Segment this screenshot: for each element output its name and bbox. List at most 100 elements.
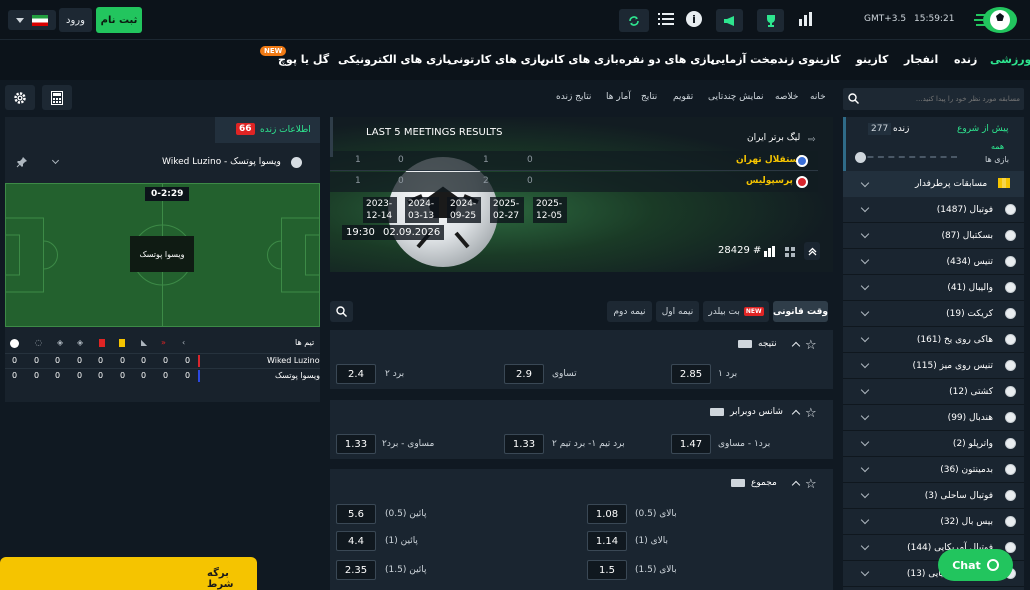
chevron-down-icon: [860, 307, 870, 317]
sport-item[interactable]: هندبال (99): [843, 405, 1024, 431]
favorite-star-icon[interactable]: ☆: [805, 338, 817, 353]
nav-item-cartoon[interactable]: بازی های کارتونی: [448, 53, 545, 66]
odd-button[interactable]: 1.33: [504, 434, 544, 454]
stats-chart-icon[interactable]: [764, 246, 775, 257]
calculator-icon[interactable]: [42, 85, 72, 110]
tab-regular-time[interactable]: وقت قانونی: [773, 301, 828, 322]
nav-item-goal-or-nothing[interactable]: گل یا پوچ: [278, 53, 329, 66]
team2-logo-icon: [796, 176, 808, 188]
live-count: 277: [868, 123, 892, 135]
popular-row[interactable]: مسابقات پرطرفدار: [843, 171, 1024, 197]
tab-bet-builder[interactable]: بت بیلدر NEW: [703, 301, 769, 322]
tab-live[interactable]: زنده: [893, 124, 909, 134]
time-filter-slider[interactable]: [857, 156, 957, 159]
sport-item[interactable]: فوتبال ساحلی (3): [843, 483, 1024, 509]
chevron-up-icon[interactable]: [791, 409, 801, 419]
nav-item-sports[interactable]: ورزشی: [990, 53, 1030, 66]
sport-item[interactable]: تنیس روی میز (115): [843, 353, 1024, 379]
breadcrumb-item[interactable]: نمایش چندتایی: [708, 92, 764, 102]
grid-view-icon[interactable]: [785, 247, 795, 257]
market-search-button[interactable]: [330, 301, 353, 322]
sport-item[interactable]: واترپلو (2): [843, 431, 1024, 457]
new-badge: NEW: [260, 46, 287, 56]
odd-button[interactable]: 5.6: [336, 504, 376, 524]
breadcrumb-item[interactable]: آمار ها: [606, 92, 631, 102]
pin-icon[interactable]: [16, 156, 28, 168]
favorite-star-icon[interactable]: ☆: [805, 406, 817, 421]
trophy-icon[interactable]: [757, 9, 784, 32]
sidebar-search[interactable]: [843, 88, 1024, 110]
menu-list-icon[interactable]: [658, 12, 674, 26]
register-button[interactable]: ثبت نام: [96, 7, 142, 33]
meeting-date: 2024-03-13: [405, 197, 439, 223]
settings-gear-icon[interactable]: [5, 85, 35, 110]
baseball-icon: [1005, 516, 1016, 527]
sport-item[interactable]: بدمینتون (36): [843, 457, 1024, 483]
sport-item[interactable]: فوتبال (1487): [843, 197, 1024, 223]
sport-item[interactable]: کشتی (12): [843, 379, 1024, 405]
sport-label: فوتبال ساحلی (3): [924, 490, 993, 501]
odd-button[interactable]: 2.9: [504, 364, 544, 384]
odd-button[interactable]: 1.47: [671, 434, 711, 454]
statistics-icon[interactable]: [798, 12, 814, 26]
odd-button[interactable]: 2.85: [671, 364, 711, 384]
favorite-star-icon[interactable]: ☆: [805, 477, 817, 492]
sport-item[interactable]: بیس بال (32): [843, 509, 1024, 535]
odd-button[interactable]: 1.33: [336, 434, 376, 454]
odd-button[interactable]: 2.4: [336, 364, 376, 384]
chevron-up-icon[interactable]: [791, 341, 801, 351]
chevron-up-icon[interactable]: [791, 480, 801, 490]
odd-button[interactable]: 4.4: [336, 531, 376, 551]
sport-item[interactable]: کریکت (19): [843, 301, 1024, 327]
scroll-handle[interactable]: [330, 117, 333, 157]
nav-item-electronic[interactable]: بازی های الکترونیکی: [338, 53, 451, 66]
tab-upcoming[interactable]: پیش از شروع: [957, 124, 1009, 134]
info-icon[interactable]: i: [686, 11, 702, 27]
tab-first-half[interactable]: نیمه اول: [656, 301, 699, 322]
nav-item-live-casino[interactable]: کازینوی زنده: [771, 53, 841, 66]
search-input[interactable]: [863, 91, 1020, 107]
sport-item[interactable]: تنیس (434): [843, 249, 1024, 275]
language-select[interactable]: [8, 10, 56, 30]
refresh-icon[interactable]: [619, 9, 649, 32]
sport-item[interactable]: بسکتبال (87): [843, 223, 1024, 249]
market-double-chance: ☆ شانس دوبرابر برد۱ - مساوی 1.47 برد تیم…: [330, 400, 833, 459]
meeting-score: 1: [483, 155, 489, 165]
chat-bubble-icon: [986, 559, 999, 571]
odd-button[interactable]: 1.14: [587, 531, 627, 551]
tab-second-half[interactable]: نیمه دوم: [607, 301, 652, 322]
odd-button[interactable]: 1.5: [587, 560, 627, 580]
possession-icon: ‹: [182, 338, 186, 347]
match-name[interactable]: Wiked Luzino - ویسوا پوتسک: [162, 157, 281, 167]
collapse-icon[interactable]: [804, 242, 820, 260]
nav-item-crash[interactable]: انفجار: [904, 53, 938, 66]
breadcrumb-item[interactable]: خانه: [810, 92, 826, 102]
breadcrumb-item[interactable]: تقویم: [673, 92, 693, 102]
betslip-tab[interactable]: برگه شرط: [0, 557, 257, 590]
stat-value: 0: [55, 356, 61, 365]
sport-item[interactable]: هاکی روی یخ (161): [843, 327, 1024, 353]
login-button[interactable]: ورود: [59, 8, 92, 32]
nav-item-casino[interactable]: کازینو: [856, 53, 888, 66]
odd-button[interactable]: 1.08: [587, 504, 627, 524]
chevron-down-icon[interactable]: [51, 156, 60, 165]
site-logo[interactable]: [974, 5, 1018, 35]
megaphone-icon[interactable]: [716, 9, 743, 32]
penalty-icon: »: [161, 338, 166, 347]
nav-item-lottery[interactable]: بخت آزمایی: [710, 53, 774, 66]
soccer-icon: [10, 339, 19, 348]
sport-label: هاکی روی یخ (161): [916, 334, 993, 345]
team2-row: 1 0 2 0 پرسپولیس: [330, 172, 818, 192]
slider-handle[interactable]: [855, 152, 866, 163]
breadcrumb-item[interactable]: نتایج: [641, 92, 657, 102]
chat-button[interactable]: Chat: [938, 549, 1013, 581]
chevron-down-icon: [860, 333, 870, 343]
nav-item-live[interactable]: زنده: [954, 53, 977, 66]
breadcrumb-item[interactable]: خلاصه: [775, 92, 798, 102]
breadcrumb-item[interactable]: نتایج زنده: [556, 92, 591, 102]
nav-item-two-player[interactable]: بازی های دو نفره: [619, 53, 715, 66]
sport-item[interactable]: والیبال (41): [843, 275, 1024, 301]
league-name[interactable]: لیگ برتر ایران: [747, 133, 800, 143]
nav-item-cannon[interactable]: بازی های کانن: [540, 53, 619, 66]
odd-button[interactable]: 2.35: [336, 560, 376, 580]
